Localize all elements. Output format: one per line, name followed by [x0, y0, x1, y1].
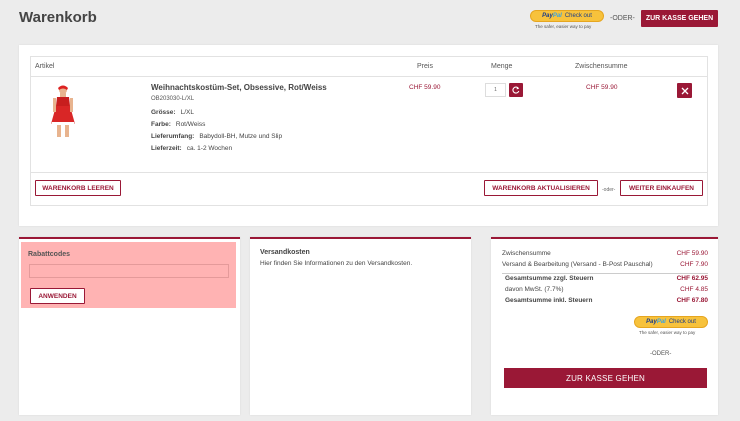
col-article: Artikel: [35, 63, 55, 70]
cart-table: Artikel Preis Menge Zwischensumme Weihna…: [30, 56, 708, 206]
coupon-box: Rabattcodes ANWENDEN: [21, 242, 236, 308]
or-separator: -ODER-: [610, 15, 635, 22]
paypal-logo: PayPal: [542, 13, 562, 19]
paypal-tagline: The safer, easier way to pay: [535, 24, 592, 29]
totals-row-vat: davon MwSt. (7.7%) CHF 4.85: [505, 286, 708, 293]
paypal-logo: PayPal: [646, 319, 666, 325]
or-separator-bottom: -ODER-: [650, 351, 672, 357]
totals-row-shipping: Versand & Bearbeitung (Versand - B-Post …: [502, 261, 708, 268]
quantity-input[interactable]: [485, 83, 506, 97]
or-separator-mid: -oder-: [602, 187, 616, 193]
product-sku: OB203030-L/XL: [151, 96, 195, 102]
continue-shopping-button[interactable]: WEITER EINKAUFEN: [620, 180, 703, 196]
col-quantity: Menge: [491, 63, 513, 70]
paypal-checkout-button-bottom[interactable]: PayPal Check out The safer, easier way t…: [634, 316, 708, 338]
attr-color: Farbe: Rot/Weiss: [151, 121, 206, 128]
coupon-panel: Rabattcodes ANWENDEN: [19, 237, 240, 415]
product-image[interactable]: [45, 84, 79, 138]
product-name[interactable]: Weihnachtskostüm-Set, Obsessive, Rot/Wei…: [151, 83, 327, 92]
coupon-code-input[interactable]: [29, 264, 229, 278]
item-subtotal: CHF 59.90: [586, 84, 618, 91]
attr-size: Grösse: L/XL: [151, 109, 194, 116]
empty-cart-button[interactable]: WARENKORB LEEREN: [35, 180, 121, 196]
remove-item-button[interactable]: [677, 83, 692, 98]
col-subtotal: Zwischensumme: [575, 63, 628, 70]
totals-row-subtotal: Zwischensumme CHF 59.90: [502, 250, 708, 257]
checkout-button-top[interactable]: ZUR KASSE GEHEN: [641, 10, 718, 27]
page-title: Warenkorb: [19, 9, 97, 26]
cart-panel: Artikel Preis Menge Zwischensumme Weihna…: [19, 45, 718, 226]
paypal-tagline: The safer, easier way to pay: [639, 330, 696, 335]
item-price: CHF 59.90: [409, 84, 441, 91]
totals-row-grand-total: Gesamtsumme inkl. Steuern CHF 67.80: [505, 297, 708, 304]
cart-table-header: Artikel Preis Menge Zwischensumme: [31, 57, 707, 77]
col-price: Preis: [417, 63, 433, 70]
shipping-title: Versandkosten: [260, 249, 310, 256]
shipping-panel: Versandkosten Hier finden Sie Informatio…: [250, 237, 471, 415]
totals-divider: [502, 273, 708, 274]
totals-panel: Zwischensumme CHF 59.90 Versand & Bearbei…: [491, 237, 718, 415]
cart-divider: [31, 172, 707, 173]
refresh-icon: [512, 86, 520, 94]
totals-row-net-total: Gesamtsumme zzgl. Steuern CHF 62.95: [505, 275, 708, 282]
attr-contents: Lieferumfang: Babydoll-BH, Mutze und Slip: [151, 133, 283, 140]
paypal-checkout-button[interactable]: PayPal Check out The safer, easier way t…: [530, 10, 604, 32]
attr-delivery: Lieferzeit: ca. 1-2 Wochen: [151, 145, 233, 152]
shipping-text: Hier finden Sie Informationen zu den Ver…: [260, 260, 413, 267]
coupon-title: Rabattcodes: [28, 251, 71, 258]
paypal-checkout-label: Check out: [564, 13, 592, 19]
update-quantity-button[interactable]: [509, 83, 523, 97]
close-icon: [681, 87, 688, 94]
paypal-badge: PayPal Check out: [530, 10, 604, 22]
checkout-button-bottom[interactable]: ZUR KASSE GEHEN: [504, 368, 707, 388]
paypal-checkout-label: Check out: [668, 319, 696, 325]
paypal-badge: PayPal Check out: [634, 316, 708, 328]
product-attributes: Grösse: L/XL Farbe: Rot/Weiss Lieferumfang…: [151, 109, 282, 157]
apply-coupon-button[interactable]: ANWENDEN: [30, 288, 85, 304]
update-cart-button[interactable]: WARENKORB AKTUALISIEREN: [484, 180, 598, 196]
